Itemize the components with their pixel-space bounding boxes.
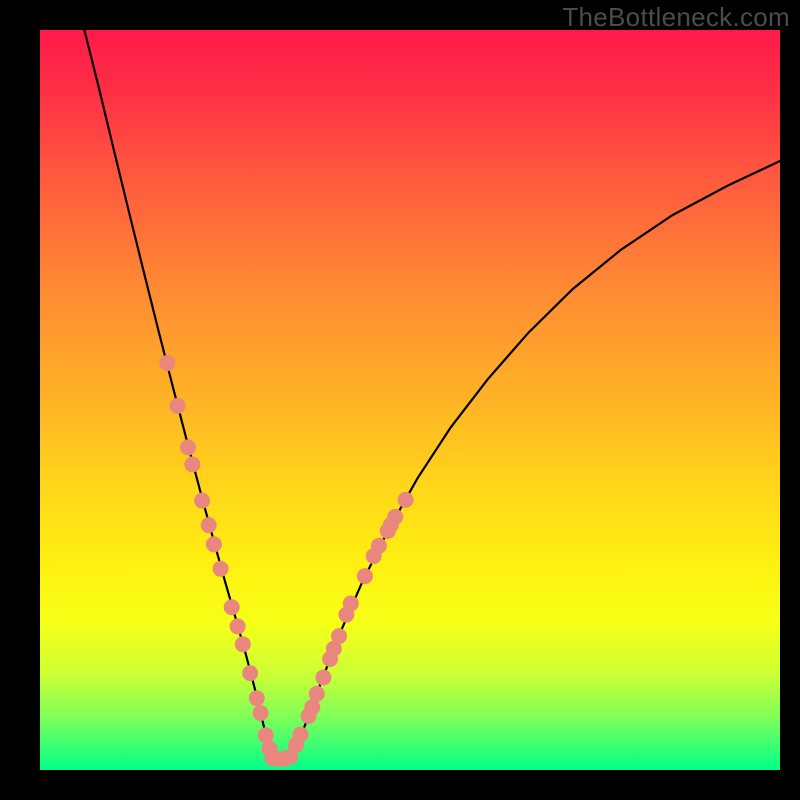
highlight-dot bbox=[371, 538, 386, 553]
highlight-dot bbox=[213, 561, 228, 576]
highlight-dot bbox=[230, 619, 245, 634]
highlight-dot bbox=[185, 457, 200, 472]
highlight-dot bbox=[305, 700, 320, 715]
highlight-dot bbox=[357, 569, 372, 584]
highlight-dot bbox=[316, 670, 331, 685]
highlight-dot bbox=[343, 596, 358, 611]
highlight-dot bbox=[258, 728, 273, 743]
highlight-dot bbox=[170, 398, 185, 413]
highlight-dot bbox=[293, 727, 308, 742]
highlight-dot bbox=[309, 686, 324, 701]
highlight-dot bbox=[398, 492, 413, 507]
highlight-dot bbox=[235, 637, 250, 652]
highlight-dot bbox=[181, 440, 196, 455]
chart-svg bbox=[40, 30, 780, 770]
highlight-dot bbox=[332, 629, 347, 644]
highlight-dot bbox=[253, 706, 268, 721]
highlight-dot bbox=[243, 666, 258, 681]
bottleneck-curve bbox=[84, 30, 780, 759]
highlight-dot bbox=[388, 509, 403, 524]
highlight-dot bbox=[224, 600, 239, 615]
highlight-dot bbox=[206, 537, 221, 552]
highlight-dot bbox=[160, 356, 175, 371]
watermark-text: TheBottleneck.com bbox=[562, 2, 790, 33]
highlight-points bbox=[160, 356, 413, 767]
chart-area bbox=[40, 30, 780, 770]
highlight-dot bbox=[249, 691, 264, 706]
highlight-dot bbox=[201, 518, 216, 533]
highlight-dot bbox=[195, 493, 210, 508]
